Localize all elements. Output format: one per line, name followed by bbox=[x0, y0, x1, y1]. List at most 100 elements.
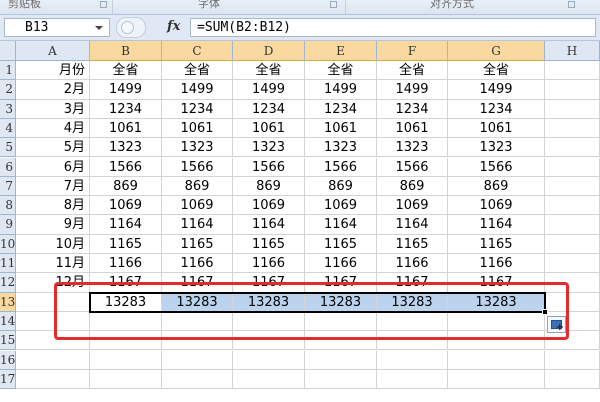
row-header-3[interactable]: 3 bbox=[0, 99, 16, 119]
cell-value[interactable]: 1234 bbox=[448, 99, 545, 119]
cell-month[interactable]: 11月 bbox=[16, 254, 90, 274]
cell[interactable] bbox=[90, 311, 162, 332]
row-header-2[interactable]: 2 bbox=[0, 80, 16, 100]
column-header-h[interactable]: H bbox=[545, 41, 600, 61]
cell[interactable] bbox=[233, 369, 305, 390]
name-box[interactable]: B13 bbox=[4, 18, 110, 37]
cell[interactable] bbox=[545, 369, 600, 390]
cell-value[interactable]: 869 bbox=[162, 176, 233, 197]
cell-value[interactable]: 1566 bbox=[233, 157, 305, 177]
cell[interactable] bbox=[545, 176, 600, 197]
cell-value[interactable]: 1061 bbox=[233, 118, 305, 139]
cell[interactable] bbox=[545, 80, 600, 100]
cell-value[interactable]: 1166 bbox=[305, 254, 377, 274]
cell[interactable] bbox=[545, 99, 600, 119]
cell[interactable] bbox=[545, 292, 600, 312]
column-header-f[interactable]: F bbox=[377, 41, 448, 61]
cell[interactable] bbox=[545, 215, 600, 235]
cell-value[interactable]: 1166 bbox=[90, 254, 162, 274]
ribbon-group-alignment[interactable]: 对齐方式 bbox=[430, 0, 474, 10]
column-header-g[interactable]: G bbox=[448, 41, 545, 61]
clipboard-launcher-icon[interactable] bbox=[100, 1, 107, 8]
cell-value[interactable]: 1164 bbox=[448, 215, 545, 235]
column-header-c[interactable]: C bbox=[162, 41, 233, 61]
cell-month[interactable]: 12月 bbox=[16, 273, 90, 293]
cell-region-header[interactable]: 全省 bbox=[305, 61, 377, 81]
cell[interactable] bbox=[233, 350, 305, 370]
row-header-15[interactable]: 15 bbox=[0, 331, 16, 351]
row-header-17[interactable]: 17 bbox=[0, 369, 16, 390]
cell-value[interactable]: 1566 bbox=[448, 157, 545, 177]
cell[interactable] bbox=[377, 369, 448, 390]
cell[interactable] bbox=[90, 331, 162, 351]
cell-value[interactable]: 1069 bbox=[233, 196, 305, 216]
cell[interactable] bbox=[16, 311, 90, 332]
cell-total[interactable]: 13283 bbox=[90, 292, 162, 312]
cell[interactable] bbox=[162, 369, 233, 390]
cell-value[interactable]: 1069 bbox=[448, 196, 545, 216]
cell-value[interactable]: 1323 bbox=[233, 138, 305, 158]
cell[interactable] bbox=[377, 311, 448, 332]
cell-value[interactable]: 1061 bbox=[90, 118, 162, 139]
cell[interactable] bbox=[233, 331, 305, 351]
cell[interactable] bbox=[90, 350, 162, 370]
cell-value[interactable]: 1167 bbox=[162, 273, 233, 293]
cell-value[interactable]: 1499 bbox=[162, 80, 233, 100]
cell-value[interactable]: 1167 bbox=[448, 273, 545, 293]
cell-value[interactable]: 1323 bbox=[448, 138, 545, 158]
cell-value[interactable]: 1165 bbox=[162, 234, 233, 254]
alignment-launcher-icon[interactable] bbox=[568, 1, 575, 8]
cell-month[interactable]: 10月 bbox=[16, 234, 90, 254]
cell[interactable] bbox=[448, 331, 545, 351]
cell-month[interactable]: 3月 bbox=[16, 99, 90, 119]
cell-value[interactable]: 1166 bbox=[377, 254, 448, 274]
cell[interactable] bbox=[16, 292, 90, 312]
row-header-1[interactable]: 1 bbox=[0, 61, 16, 81]
cell-region-header[interactable]: 全省 bbox=[448, 61, 545, 81]
cell-value[interactable]: 1499 bbox=[90, 80, 162, 100]
cell-value[interactable]: 1166 bbox=[448, 254, 545, 274]
fx-icon[interactable]: fx bbox=[167, 19, 180, 34]
cell-value[interactable]: 1566 bbox=[90, 157, 162, 177]
cell-value[interactable]: 869 bbox=[305, 176, 377, 197]
row-header-6[interactable]: 6 bbox=[0, 157, 16, 177]
cell-month[interactable]: 5月 bbox=[16, 138, 90, 158]
cell[interactable] bbox=[545, 273, 600, 293]
cell[interactable] bbox=[545, 196, 600, 216]
cell[interactable] bbox=[545, 118, 600, 139]
cell-total[interactable]: 13283 bbox=[233, 292, 305, 312]
cell[interactable] bbox=[448, 311, 545, 332]
cell-value[interactable]: 1165 bbox=[377, 234, 448, 254]
cell-value[interactable]: 869 bbox=[448, 176, 545, 197]
cell-region-header[interactable]: 全省 bbox=[233, 61, 305, 81]
cell[interactable] bbox=[16, 350, 90, 370]
cell-value[interactable]: 1167 bbox=[233, 273, 305, 293]
row-header-13[interactable]: 13 bbox=[0, 292, 16, 312]
cell-value[interactable]: 1167 bbox=[377, 273, 448, 293]
chevron-down-icon[interactable] bbox=[95, 26, 103, 30]
cell-value[interactable]: 869 bbox=[377, 176, 448, 197]
cell[interactable] bbox=[305, 331, 377, 351]
cell[interactable] bbox=[305, 350, 377, 370]
cell-value[interactable]: 1164 bbox=[305, 215, 377, 235]
cell-value[interactable]: 1069 bbox=[305, 196, 377, 216]
cell-value[interactable]: 1166 bbox=[162, 254, 233, 274]
fill-handle[interactable] bbox=[542, 308, 548, 315]
cell[interactable] bbox=[545, 61, 600, 81]
cell[interactable] bbox=[545, 331, 600, 351]
cell-month[interactable]: 2月 bbox=[16, 80, 90, 100]
ribbon-group-clipboard[interactable]: 剪贴板 bbox=[8, 0, 41, 10]
cell[interactable] bbox=[448, 369, 545, 390]
cell-value[interactable]: 869 bbox=[90, 176, 162, 197]
cell-value[interactable]: 1234 bbox=[162, 99, 233, 119]
cell-value[interactable]: 1164 bbox=[377, 215, 448, 235]
cell-value[interactable]: 1566 bbox=[377, 157, 448, 177]
select-all-corner[interactable] bbox=[0, 41, 16, 61]
cell[interactable] bbox=[545, 350, 600, 370]
cell[interactable] bbox=[16, 369, 90, 390]
cell[interactable] bbox=[90, 369, 162, 390]
cell[interactable] bbox=[233, 311, 305, 332]
cell-value[interactable]: 1499 bbox=[377, 80, 448, 100]
cell-region-header[interactable]: 全省 bbox=[90, 61, 162, 81]
cell-value[interactable]: 1164 bbox=[162, 215, 233, 235]
